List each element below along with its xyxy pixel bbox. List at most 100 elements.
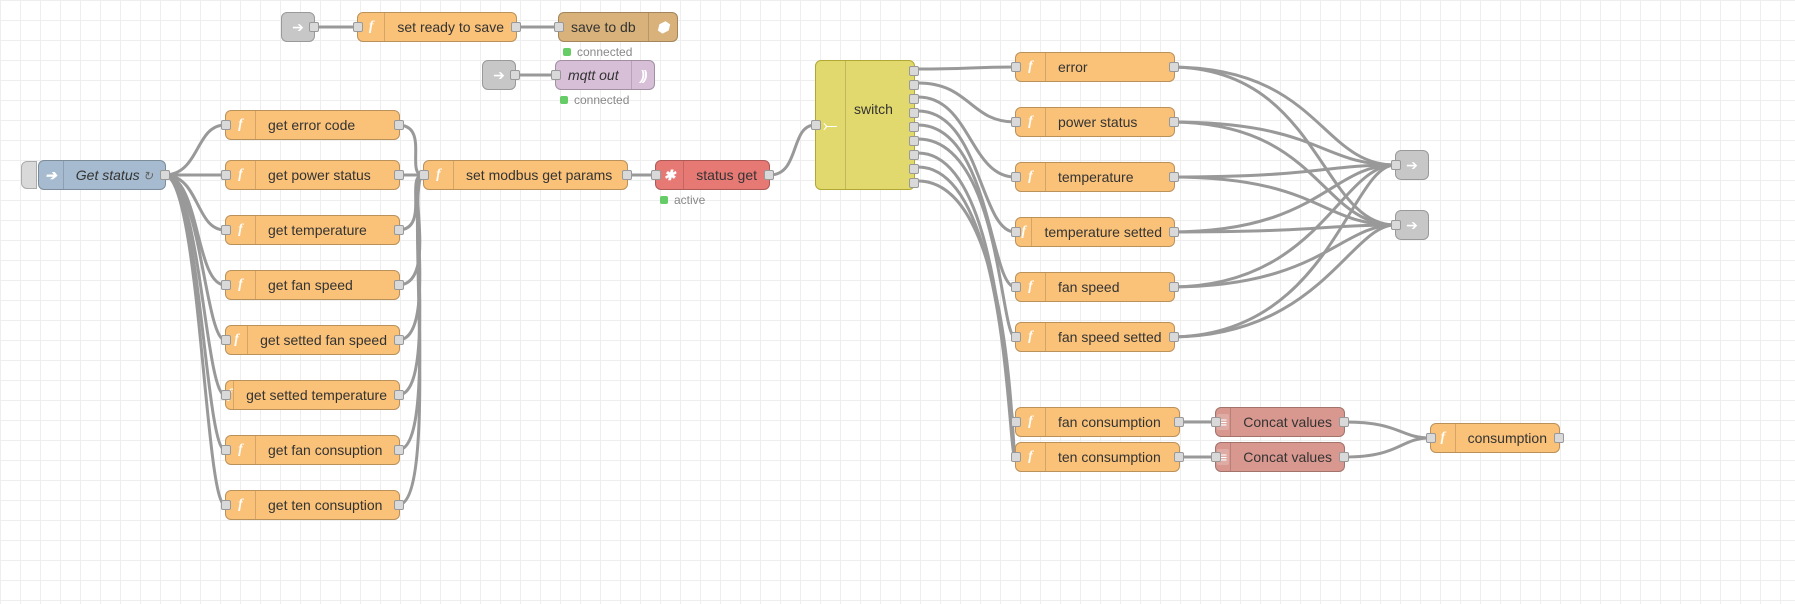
link-out-top[interactable] xyxy=(1395,150,1429,180)
node-temperature-setted[interactable]: f temperature setted xyxy=(1015,217,1175,247)
port[interactable] xyxy=(394,170,404,180)
port[interactable] xyxy=(909,150,919,160)
port[interactable] xyxy=(394,500,404,510)
port[interactable] xyxy=(221,445,231,455)
link-out-bottom[interactable] xyxy=(1395,210,1429,240)
port[interactable] xyxy=(510,70,520,80)
port[interactable] xyxy=(1554,433,1564,443)
port[interactable] xyxy=(909,122,919,132)
node-get-power-status[interactable]: f get power status xyxy=(225,160,400,190)
port[interactable] xyxy=(1174,417,1184,427)
port[interactable] xyxy=(1011,172,1021,182)
port[interactable] xyxy=(394,335,404,345)
port[interactable] xyxy=(1169,62,1179,72)
port[interactable] xyxy=(1011,332,1021,342)
port[interactable] xyxy=(221,280,231,290)
port[interactable] xyxy=(394,120,404,130)
port[interactable] xyxy=(221,500,231,510)
node-status: active xyxy=(660,193,705,207)
port[interactable] xyxy=(419,170,429,180)
node-fan-consumption[interactable]: f fan consumption xyxy=(1015,407,1180,437)
port[interactable] xyxy=(909,178,919,188)
port[interactable] xyxy=(1174,452,1184,462)
port[interactable] xyxy=(1211,417,1221,427)
port[interactable] xyxy=(394,390,404,400)
node-label: fan speed setted xyxy=(1046,329,1174,345)
port[interactable] xyxy=(764,170,774,180)
port[interactable] xyxy=(1011,282,1021,292)
node-temperature[interactable]: f temperature xyxy=(1015,162,1175,192)
node-set-modbus[interactable]: f set modbus get params xyxy=(423,160,628,190)
port[interactable] xyxy=(622,170,632,180)
port[interactable] xyxy=(909,108,919,118)
port[interactable] xyxy=(1011,417,1021,427)
node-mqtt-out[interactable]: mqtt out connected xyxy=(555,60,655,90)
node-fan-speed-setted[interactable]: f fan speed setted xyxy=(1015,322,1175,352)
node-concat-2[interactable]: Concat values xyxy=(1215,442,1345,472)
node-status: connected xyxy=(563,45,632,59)
port[interactable] xyxy=(1339,417,1349,427)
node-label: error xyxy=(1046,59,1174,75)
port[interactable] xyxy=(160,170,170,180)
port[interactable] xyxy=(1339,452,1349,462)
port[interactable] xyxy=(1391,160,1401,170)
node-get-setted-fan-speed[interactable]: f get setted fan speed xyxy=(225,325,400,355)
inject-icon xyxy=(39,161,64,189)
port[interactable] xyxy=(1011,452,1021,462)
db-icon xyxy=(648,13,677,41)
node-get-ten-consumption[interactable]: f get ten consuption xyxy=(225,490,400,520)
port[interactable] xyxy=(909,80,919,90)
link-in-mqtt[interactable] xyxy=(482,60,516,90)
node-set-ready[interactable]: f set ready to save xyxy=(357,12,517,42)
node-label: temperature xyxy=(1046,169,1174,185)
link-icon xyxy=(1406,157,1418,174)
port[interactable] xyxy=(909,94,919,104)
port[interactable] xyxy=(353,22,363,32)
node-concat-1[interactable]: Concat values xyxy=(1215,407,1345,437)
port[interactable] xyxy=(1211,452,1221,462)
node-error[interactable]: f error xyxy=(1015,52,1175,82)
port[interactable] xyxy=(1011,62,1021,72)
node-status-get[interactable]: status get active xyxy=(655,160,770,190)
node-consumption[interactable]: f consumption xyxy=(1430,423,1560,453)
port[interactable] xyxy=(221,225,231,235)
node-get-fan-speed[interactable]: f get fan speed xyxy=(225,270,400,300)
node-ten-consumption[interactable]: f ten consumption xyxy=(1015,442,1180,472)
port[interactable] xyxy=(221,120,231,130)
port[interactable] xyxy=(554,22,564,32)
port[interactable] xyxy=(1169,332,1179,342)
node-get-error-code[interactable]: f get error code xyxy=(225,110,400,140)
port[interactable] xyxy=(1169,117,1179,127)
port[interactable] xyxy=(909,164,919,174)
port[interactable] xyxy=(221,390,231,400)
node-power-status[interactable]: f power status xyxy=(1015,107,1175,137)
node-inject-get-status[interactable]: Get status xyxy=(38,160,166,190)
port[interactable] xyxy=(1011,117,1021,127)
port[interactable] xyxy=(1169,172,1179,182)
inject-button[interactable] xyxy=(21,161,37,189)
port[interactable] xyxy=(1169,227,1179,237)
port[interactable] xyxy=(1426,433,1436,443)
port[interactable] xyxy=(909,136,919,146)
port[interactable] xyxy=(651,170,661,180)
node-get-setted-temperature[interactable]: f get setted temperature xyxy=(225,380,400,410)
port[interactable] xyxy=(394,225,404,235)
port[interactable] xyxy=(1011,227,1021,237)
port[interactable] xyxy=(1169,282,1179,292)
node-switch[interactable]: switch xyxy=(815,60,915,190)
port[interactable] xyxy=(909,66,919,76)
port[interactable] xyxy=(221,170,231,180)
node-fan-speed[interactable]: f fan speed xyxy=(1015,272,1175,302)
port[interactable] xyxy=(811,120,821,130)
port[interactable] xyxy=(309,22,319,32)
port[interactable] xyxy=(511,22,521,32)
port[interactable] xyxy=(1391,220,1401,230)
port[interactable] xyxy=(394,445,404,455)
node-get-fan-consumption[interactable]: f get fan consuption xyxy=(225,435,400,465)
node-save-db[interactable]: save to db connected xyxy=(558,12,678,42)
link-in-top[interactable] xyxy=(281,12,315,42)
port[interactable] xyxy=(551,70,561,80)
port[interactable] xyxy=(221,335,231,345)
node-get-temperature[interactable]: f get temperature xyxy=(225,215,400,245)
port[interactable] xyxy=(394,280,404,290)
